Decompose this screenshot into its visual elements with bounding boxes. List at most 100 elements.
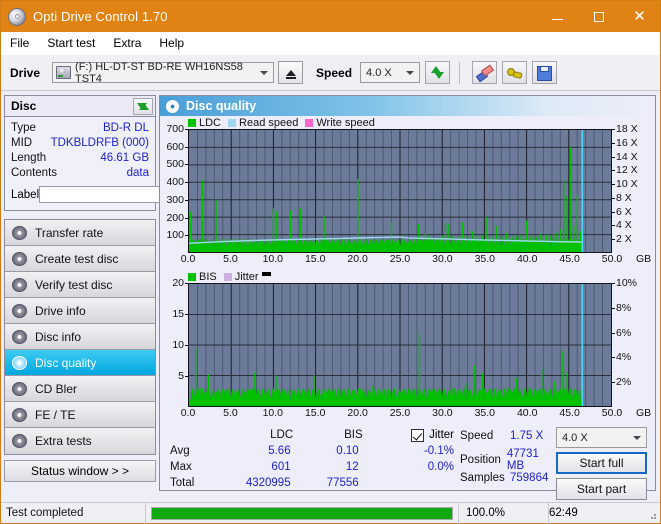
axis-tick: 40.0: [516, 253, 538, 265]
axis-tick: 35.0: [474, 407, 496, 419]
bis-y-axis-right: 2% 4% 6% 8% 10%: [611, 277, 655, 407]
sidebar-item-label: Drive info: [35, 303, 86, 318]
legend-label: Jitter: [234, 270, 259, 283]
sidebar-item-transfer-rate[interactable]: Transfer rate: [5, 220, 155, 246]
status-window-button[interactable]: Status window > >: [4, 460, 156, 482]
sidebar-item-disc-quality[interactable]: Disc quality: [5, 350, 155, 376]
chevron-down-icon: [406, 70, 415, 75]
disc-label-caption: Label: [11, 188, 40, 201]
toolbar-divider: [459, 61, 461, 84]
stats-row-label: Total: [170, 477, 195, 489]
readout-row-speed: Speed 1.75 X: [460, 427, 556, 445]
sidebar-item-disc-info[interactable]: Disc info: [5, 324, 155, 350]
axis-tick: 45.0: [559, 407, 580, 419]
axis-tick: 5: [178, 370, 188, 382]
legend-item-ldc: LDC: [188, 117, 221, 129]
axis-tick: 5.0: [223, 253, 238, 265]
speed-select-value: 4.0 X: [366, 66, 392, 79]
menu-item-file[interactable]: File: [10, 36, 29, 50]
axis-tick: 18 X: [612, 123, 638, 135]
disc-row-type: Type BD-R DL: [11, 121, 149, 136]
axis-tick: 8 X: [612, 191, 632, 204]
disc-type-value: BD-R DL: [102, 122, 149, 134]
disc-refresh-icon[interactable]: [133, 97, 153, 115]
sidebar-item-label: Create test disc: [35, 251, 119, 266]
eraser-icon[interactable]: [472, 61, 498, 84]
sidebar-item-create-test-disc[interactable]: Create test disc: [5, 246, 155, 272]
start-full-button[interactable]: Start full: [556, 452, 647, 474]
sidebar-item-fe-te[interactable]: FE / TE: [5, 402, 155, 428]
axis-tick: 4 X: [612, 219, 632, 232]
axis-tick: 0.0: [180, 253, 196, 265]
sidebar-item-label: Disc quality: [35, 355, 97, 370]
panel-header: Disc quality: [160, 96, 655, 116]
menu-item-extra[interactable]: Extra: [113, 36, 141, 50]
menu-item-help[interactable]: Help: [159, 36, 184, 50]
sidebar-item-drive-info[interactable]: Drive info: [5, 298, 155, 324]
chevron-down-icon: [260, 70, 269, 75]
close-button[interactable]: ✕: [619, 1, 660, 32]
sidebar-item-cd-bler[interactable]: CD Bler: [5, 376, 155, 402]
legend-label: Write speed: [316, 116, 375, 129]
disc-icon: [12, 329, 27, 344]
bis-plot-area: [188, 283, 612, 407]
stats-avg-jitter: -0.1%: [423, 445, 454, 457]
axis-tick: 10%: [611, 277, 638, 289]
sidebar-item-verify-test-disc[interactable]: Verify test disc: [5, 272, 155, 298]
axis-tick: 30.0: [432, 253, 453, 265]
jitter-toggle[interactable]: Jitter: [363, 428, 460, 442]
speed-select[interactable]: 4.0 X: [360, 62, 421, 83]
disc-icon: [12, 277, 27, 292]
axis-tick: 0.0: [180, 407, 196, 419]
axis-tick: 30.0: [432, 407, 453, 419]
stats-header-row: LDC BIS Jitter: [170, 427, 460, 443]
axis-tick: 10: [172, 339, 188, 351]
axis-tick: 15: [172, 308, 188, 320]
disc-quality-icon: [166, 99, 179, 113]
axis-tick: 40.0: [516, 407, 538, 419]
stats-row-label: Max: [170, 461, 192, 473]
stats-max-bis: 12: [345, 461, 359, 473]
axis-tick: 5.0: [223, 407, 238, 419]
disc-icon: [12, 355, 27, 370]
sidebar-item-label: FE / TE: [35, 407, 76, 422]
save-icon[interactable]: [532, 61, 558, 84]
disc-label-row: Label: [11, 184, 242, 205]
drive-toolbar: Drive (F:) HL-DT-ST BD-RE WH16NS58 TST4 …: [1, 55, 660, 91]
axis-tick: 12 X: [612, 164, 638, 177]
status-bar: Test completed 100.0% 62:49: [1, 502, 660, 524]
axis-tick: 45.0: [559, 253, 580, 265]
disc-icon: [12, 251, 27, 266]
resize-grip[interactable]: [647, 510, 657, 520]
readout-row-samples: Samples 759864: [460, 469, 556, 487]
sidebar-item-label: Disc info: [35, 329, 82, 344]
elapsed-time: 62:49: [548, 502, 660, 524]
menu-item-start-test[interactable]: Start test: [47, 36, 95, 50]
jitter-checkbox[interactable]: [411, 428, 425, 442]
axis-tick: 2 X: [612, 233, 632, 246]
disc-icon: [12, 303, 27, 318]
eject-button[interactable]: [278, 61, 304, 84]
status-message: Test completed: [1, 502, 146, 524]
minimize-button[interactable]: [537, 1, 578, 32]
drive-select[interactable]: (F:) HL-DT-ST BD-RE WH16NS58 TST4: [52, 61, 275, 85]
disc-type-label: Type: [11, 122, 36, 134]
disc-mid-value: TDKBLDRFB (000): [50, 137, 149, 149]
ldc-y-axis-right: 2 X4 X6 X8 X 10 X 12 X 14 X 16 X 18 X: [612, 123, 655, 253]
stats-total-bis: 77556: [326, 477, 359, 489]
stats-avg-bis: 0.10: [336, 445, 359, 457]
wrench-icon[interactable]: [502, 61, 528, 84]
axis-tick: 20: [172, 277, 188, 289]
sidebar-item-extra-tests[interactable]: Extra tests: [5, 428, 155, 454]
legend-swatch: [228, 118, 237, 127]
refresh-icon[interactable]: [425, 61, 451, 84]
axis-tick: 10.0: [262, 253, 284, 265]
axis-tick: 25.0: [389, 253, 411, 265]
title-bar: Opti Drive Control 1.70 ✕: [1, 1, 660, 32]
axis-tick: 10.0: [262, 407, 284, 419]
main-panel: Disc quality LDC Read speed Write speed …: [159, 91, 660, 500]
legend-item-write-speed: Write speed: [305, 117, 375, 129]
test-speed-select[interactable]: 4.0 X: [556, 427, 647, 448]
maximize-button[interactable]: [578, 1, 619, 32]
start-part-button[interactable]: Start part: [556, 478, 647, 500]
